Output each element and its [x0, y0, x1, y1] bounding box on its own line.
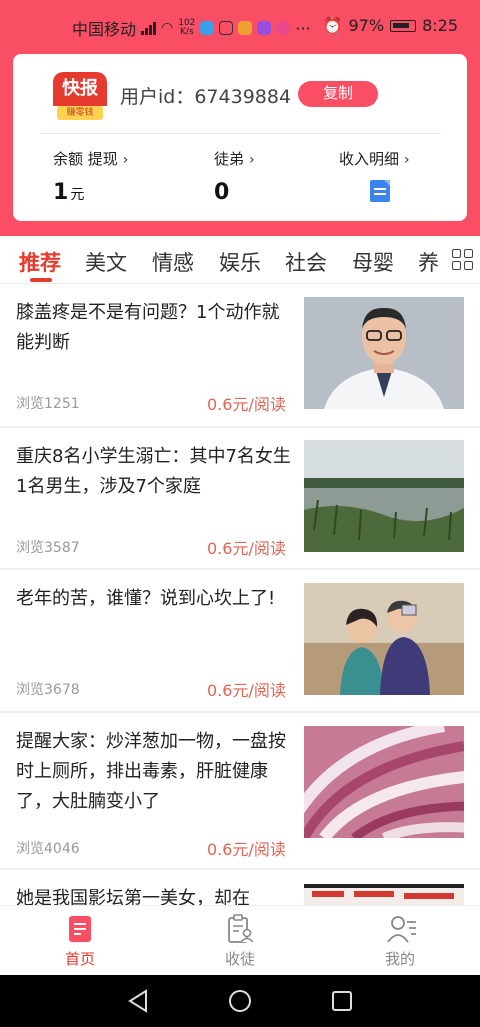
- recents-icon[interactable]: [332, 991, 352, 1011]
- article-title: 提醒大家：炒洋葱加一物，一盘按时上厕所，排出毒素，肝脏健康了，大肚腩变小了: [16, 731, 286, 812]
- article-thumbnail: [304, 297, 464, 409]
- chevron-right-icon: ›: [249, 152, 255, 168]
- battery-icon: [390, 19, 417, 32]
- alarm-icon: ⏰: [322, 16, 343, 35]
- app-notification-icon: [219, 21, 234, 35]
- article-thumbnail: [304, 726, 464, 838]
- app-notification-icon: [276, 21, 291, 35]
- balance-value: 1元: [53, 180, 84, 205]
- net-speed: 102 K/s: [178, 19, 195, 37]
- article-thumbnail: [304, 583, 464, 695]
- user-id-label: 用户id：67439884: [120, 86, 292, 108]
- article-title: 重庆8名小学生溺亡：其中7名女生1名男生，涉及7个家庭: [16, 446, 291, 497]
- nav-recruit-label: 收徒: [224, 950, 255, 968]
- article-thumbnail: [304, 440, 464, 552]
- tab-emotion[interactable]: 情感: [152, 247, 194, 277]
- recruit-icon: [227, 914, 254, 944]
- tab-entertainment[interactable]: 娱乐: [219, 247, 261, 277]
- tab-health[interactable]: 养: [418, 247, 439, 277]
- balance-amount: 1: [53, 180, 69, 205]
- logo-subtext: 赚零钱: [57, 106, 103, 120]
- grid-menu-icon[interactable]: [452, 249, 474, 271]
- tab-society[interactable]: 社会: [285, 247, 327, 277]
- document-icon[interactable]: [370, 180, 390, 202]
- article-title: 膝盖疼是不是有问题？1个动作就能判断: [16, 302, 280, 353]
- apprentice-label: 徒弟: [214, 150, 245, 168]
- nav-mine[interactable]: 我的: [350, 914, 450, 969]
- nav-home[interactable]: 首页: [30, 914, 130, 969]
- app-notification-icon: [238, 21, 253, 35]
- wifi-icon: ◠: [161, 20, 174, 36]
- tab-essay[interactable]: 美文: [85, 247, 127, 277]
- status-bar: 中国移动 ◠ 102 K/s ··· ⏰ 97% 8:25: [0, 0, 480, 52]
- article-item[interactable]: 提醒大家：炒洋葱加一物，一盘按时上厕所，排出毒素，肝脏健康了，大肚腩变小了 浏览…: [0, 713, 480, 868]
- app-notification-icon: [200, 21, 215, 35]
- balance-withdraw-link[interactable]: 余额 提现 ›: [53, 148, 128, 169]
- divider: [41, 133, 441, 134]
- app-notification-icon: [257, 21, 272, 35]
- article-price: 0.6元/阅读: [207, 395, 286, 414]
- carrier-name: 中国移动: [72, 20, 137, 39]
- apprentice-link[interactable]: 徒弟 ›: [214, 148, 255, 169]
- article-price: 0.6元/阅读: [207, 840, 286, 859]
- article-price: 0.6元/阅读: [207, 681, 286, 700]
- article-title: 老年的苦，谁懂？说到心坎上了!: [16, 588, 276, 609]
- back-icon[interactable]: [128, 989, 147, 1013]
- article-title: 她是我国影坛第一美女，却在: [16, 888, 250, 905]
- nav-mine-label: 我的: [384, 950, 415, 968]
- article-item[interactable]: 她是我国影坛第一美女，却在: [0, 870, 480, 905]
- more-icon: ···: [295, 18, 311, 38]
- article-views: 浏览4046: [16, 841, 80, 857]
- home-icon: [67, 914, 93, 944]
- profile-icon: [387, 914, 416, 944]
- battery-percent: 97%: [348, 16, 385, 35]
- net-speed-unit: K/s: [180, 27, 194, 37]
- article-views: 浏览1251: [16, 396, 80, 412]
- article-views: 浏览3678: [16, 682, 80, 698]
- article-thumbnail: [304, 884, 464, 905]
- nav-recruit[interactable]: 收徒: [190, 914, 290, 969]
- copy-button[interactable]: 复制: [298, 81, 378, 107]
- chevron-right-icon: ›: [122, 152, 129, 168]
- logo-text: 快报: [53, 72, 107, 106]
- article-views: 浏览3587: [16, 540, 80, 556]
- income-label: 收入明细: [339, 150, 400, 168]
- home-button-icon[interactable]: [229, 990, 251, 1012]
- tab-recommend[interactable]: 推荐: [19, 247, 61, 277]
- article-item[interactable]: 老年的苦，谁懂？说到心坎上了! 浏览3678 0.6元/阅读: [0, 570, 480, 711]
- system-navigation-bar: [0, 975, 480, 1027]
- article-item[interactable]: 重庆8名小学生溺亡：其中7名女生1名男生，涉及7个家庭 浏览3587 0.6元/…: [0, 428, 480, 568]
- signal-icon: [141, 21, 157, 35]
- bottom-navigation: 首页 收徒 我的: [0, 905, 480, 975]
- balance-unit: 元: [70, 187, 85, 203]
- chevron-right-icon: ›: [404, 152, 410, 168]
- income-detail-link[interactable]: 收入明细 ›: [339, 148, 410, 169]
- profile-card: 快报 赚零钱 用户id：67439884 复制 余额 提现 › 1元 徒弟 › 0 …: [13, 54, 467, 221]
- app-logo: 快报 赚零钱: [53, 72, 107, 122]
- active-tab-indicator: [30, 278, 52, 282]
- clock: 8:25: [422, 16, 458, 35]
- apprentice-value: 0: [214, 180, 230, 205]
- balance-label: 余额 提现: [53, 150, 118, 168]
- tab-parenting[interactable]: 母婴: [352, 247, 394, 277]
- article-item[interactable]: 膝盖疼是不是有问题？1个动作就能判断 浏览1251 0.6元/阅读: [0, 284, 480, 426]
- nav-home-label: 首页: [64, 950, 95, 968]
- article-price: 0.6元/阅读: [207, 539, 286, 558]
- category-tabs: 推荐 美文 情感 娱乐 社会 母婴 养: [0, 236, 480, 284]
